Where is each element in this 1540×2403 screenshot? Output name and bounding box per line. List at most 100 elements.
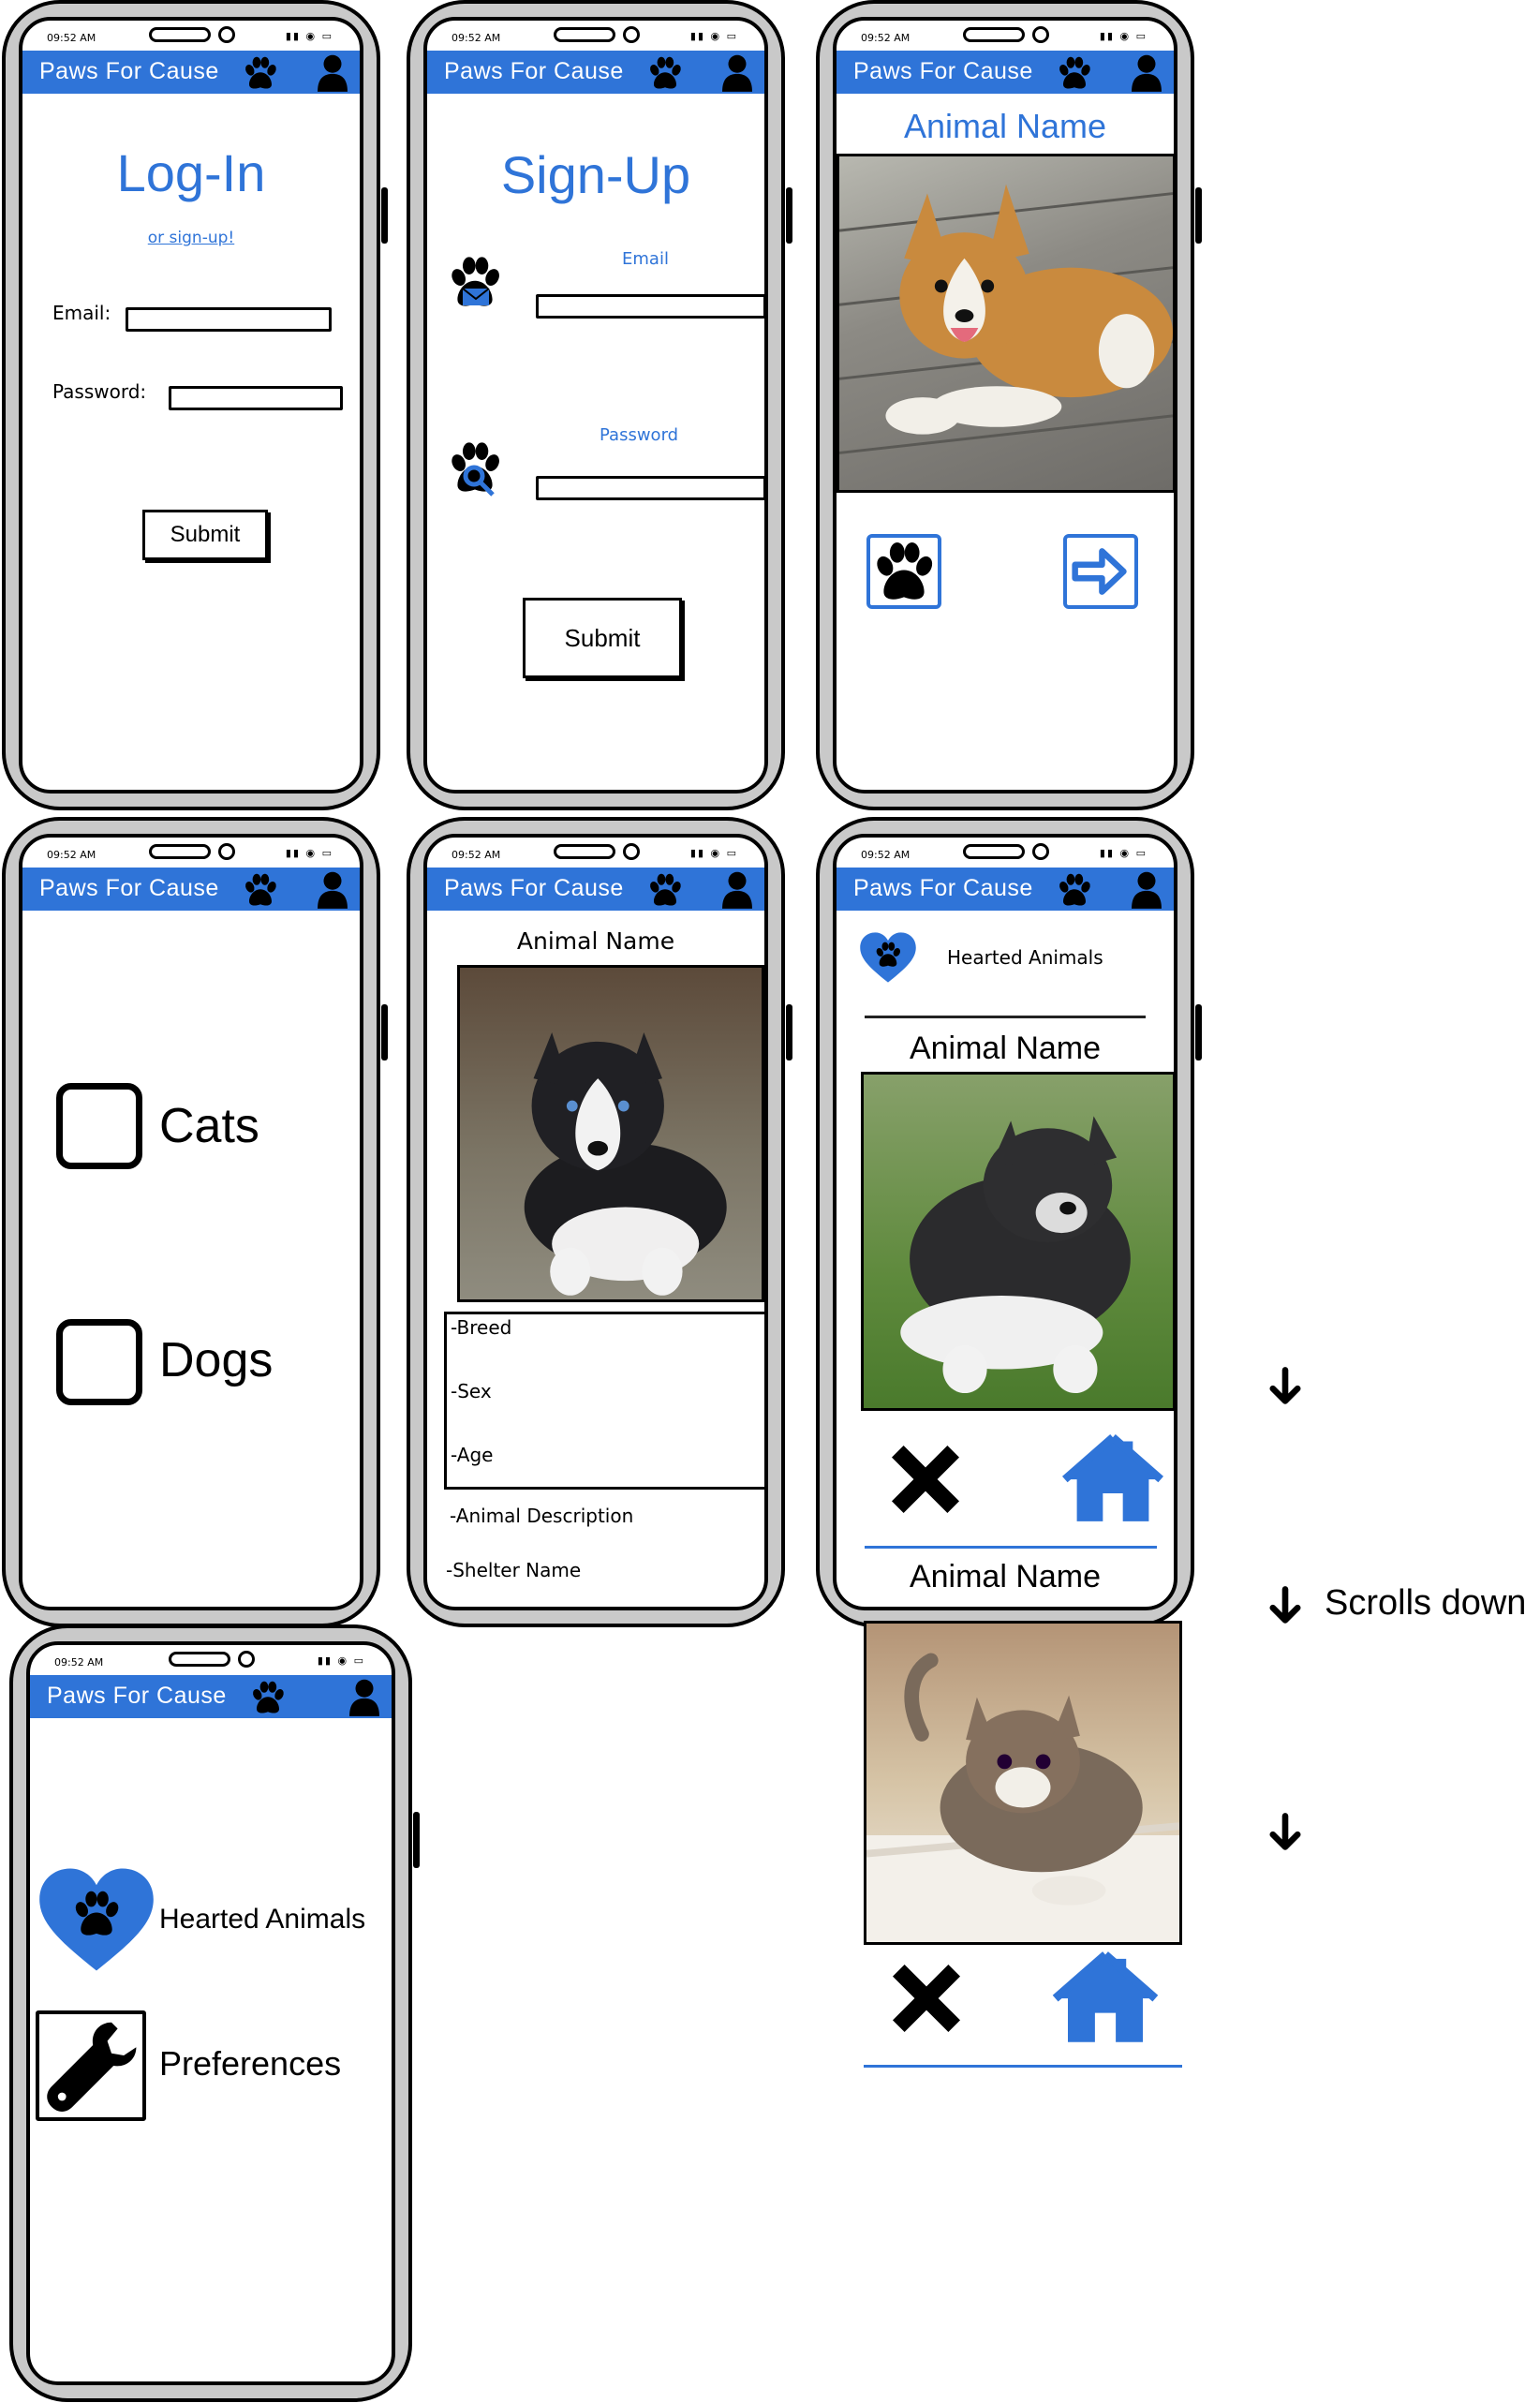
animal-name: Animal Name	[903, 107, 1107, 145]
notch	[935, 24, 1075, 43]
status-bar: 09:52 AM ▮▮ ◉ ▭	[837, 21, 1174, 49]
profile-icon[interactable]	[1129, 52, 1164, 92]
profile-icon[interactable]	[315, 52, 350, 92]
status-time: 09:52 AM	[47, 849, 96, 861]
profile-icon[interactable]	[347, 1677, 382, 1716]
heart-paw-button[interactable]	[866, 534, 941, 609]
signup-link[interactable]: or sign-up!	[22, 229, 360, 247]
side-button	[1195, 1004, 1202, 1061]
animal-name: Animal Name	[909, 1031, 1102, 1066]
signal-icons: ▮▮ ◉ ▭	[1099, 847, 1148, 859]
remove-icon[interactable]	[884, 1956, 969, 2040]
app-title: Paws For Cause	[47, 1683, 227, 1709]
scroll-down-arrow-icon	[1265, 1812, 1306, 1853]
paw-logo-icon	[240, 54, 281, 92]
age-field: -Age	[451, 1444, 494, 1466]
profile-icon[interactable]	[315, 869, 350, 909]
notch	[935, 841, 1075, 860]
animal-photo[interactable]	[837, 154, 1174, 493]
paw-logo-icon	[644, 871, 686, 909]
app-title: Paws For Cause	[444, 58, 624, 84]
phone-swipe: 09:52 AM ▮▮ ◉ ▭ Paws For Cause Animal Na…	[816, 0, 1202, 810]
menu-label-hearted: Hearted Animals	[159, 1904, 366, 1935]
app-header: Paws For Cause	[837, 868, 1174, 911]
menu-item-preferences[interactable]: Preferences	[30, 2010, 392, 2127]
cats-checkbox[interactable]	[56, 1083, 142, 1169]
scroll-down-arrow-icon	[1265, 1366, 1306, 1407]
corgi-illustration	[839, 184, 1173, 454]
home-icon[interactable]	[1051, 1951, 1160, 2044]
home-icon[interactable]	[1061, 1433, 1164, 1523]
submit-button[interactable]: Submit	[523, 598, 682, 678]
scroll-down-arrow-icon	[1265, 1585, 1306, 1626]
email-field[interactable]	[126, 307, 332, 332]
app-title: Paws For Cause	[853, 875, 1033, 901]
animal-photo-scrolled[interactable]	[864, 1621, 1182, 1945]
status-time: 09:52 AM	[47, 32, 96, 44]
paw-logo-icon	[1054, 54, 1095, 92]
page-title: Sign-Up	[500, 145, 691, 204]
card-divider	[864, 2065, 1182, 2068]
divider	[865, 1016, 1146, 1018]
dogs-checkbox[interactable]	[56, 1319, 142, 1405]
dogs-label: Dogs	[159, 1333, 274, 1387]
cat-illustration	[866, 1653, 1179, 1942]
paw-heart-icon	[870, 538, 938, 605]
cats-label: Cats	[159, 1099, 259, 1153]
status-bar: 09:52 AM ▮▮ ◉ ▭	[427, 838, 764, 866]
status-bar: 09:52 AM ▮▮ ◉ ▭	[22, 21, 360, 49]
notch	[141, 1649, 281, 1668]
signal-icons: ▮▮ ◉ ▭	[689, 30, 738, 42]
app-header: Paws For Cause	[22, 51, 360, 94]
profile-icon[interactable]	[719, 52, 755, 92]
remove-icon[interactable]	[883, 1437, 968, 1521]
paw-logo-icon	[247, 1679, 289, 1716]
email-field[interactable]	[536, 294, 764, 319]
menu-item-hearted[interactable]: Hearted Animals	[30, 1866, 392, 1979]
notch	[121, 841, 261, 860]
menu-label-preferences: Preferences	[159, 2044, 342, 2083]
status-time: 09:52 AM	[861, 32, 911, 44]
screen: 09:52 AM ▮▮ ◉ ▭ Paws For Cause Cats Dogs	[19, 834, 363, 1610]
wrench-icon	[36, 2010, 146, 2121]
screen: 09:52 AM ▮▮ ◉ ▭ Paws For Cause Hearted A…	[833, 834, 1177, 1610]
animal-name: Animal Name	[516, 927, 675, 955]
heart-paw-icon	[39, 1868, 154, 1971]
status-bar: 09:52 AM ▮▮ ◉ ▭	[30, 1645, 392, 1673]
profile-icon[interactable]	[1129, 869, 1164, 909]
screen: 09:52 AM ▮▮ ◉ ▭ Paws For Cause Animal Na…	[423, 834, 768, 1610]
status-bar: 09:52 AM ▮▮ ◉ ▭	[427, 21, 764, 49]
submit-button[interactable]: Submit	[142, 510, 268, 560]
email-label: Email:	[52, 302, 111, 324]
husky-illustration	[524, 1032, 727, 1296]
phone-details: 09:52 AM ▮▮ ◉ ▭ Paws For Cause Animal Na…	[407, 817, 792, 1627]
app-title: Paws For Cause	[853, 58, 1033, 84]
status-bar: 09:52 AM ▮▮ ◉ ▭	[22, 838, 360, 866]
signal-icons: ▮▮ ◉ ▭	[285, 847, 333, 859]
status-time: 09:52 AM	[452, 849, 501, 861]
page-title: Log-In	[116, 143, 266, 202]
app-title: Paws For Cause	[39, 875, 219, 901]
status-time: 09:52 AM	[861, 849, 911, 861]
next-button[interactable]	[1063, 534, 1138, 609]
paw-mail-icon	[446, 253, 504, 311]
animal-photo[interactable]	[861, 1072, 1174, 1411]
paw-logo-icon	[644, 54, 686, 92]
app-header: Paws For Cause	[30, 1675, 392, 1718]
hearted-header: Hearted Animals	[947, 946, 1103, 969]
details-list: -Breed -Sex -Age	[444, 1312, 764, 1490]
app-title: Paws For Cause	[39, 58, 219, 84]
arrow-right-icon	[1072, 548, 1127, 595]
card-divider	[865, 1546, 1157, 1549]
heart-paw-icon	[860, 932, 916, 983]
app-header: Paws For Cause	[427, 868, 764, 911]
side-button	[786, 1004, 792, 1061]
side-button	[786, 187, 792, 244]
akita-illustration	[900, 1116, 1131, 1394]
profile-icon[interactable]	[719, 869, 755, 909]
screen: 09:52 AM ▮▮ ◉ ▭ Paws For Cause Sign-Up E…	[423, 17, 768, 794]
screen: 09:52 AM ▮▮ ◉ ▭ Paws For Cause Hearted A…	[26, 1641, 395, 2385]
phone-hearted: 09:52 AM ▮▮ ◉ ▭ Paws For Cause Hearted A…	[816, 817, 1202, 1627]
password-field[interactable]	[169, 386, 343, 410]
password-field[interactable]	[536, 476, 764, 500]
